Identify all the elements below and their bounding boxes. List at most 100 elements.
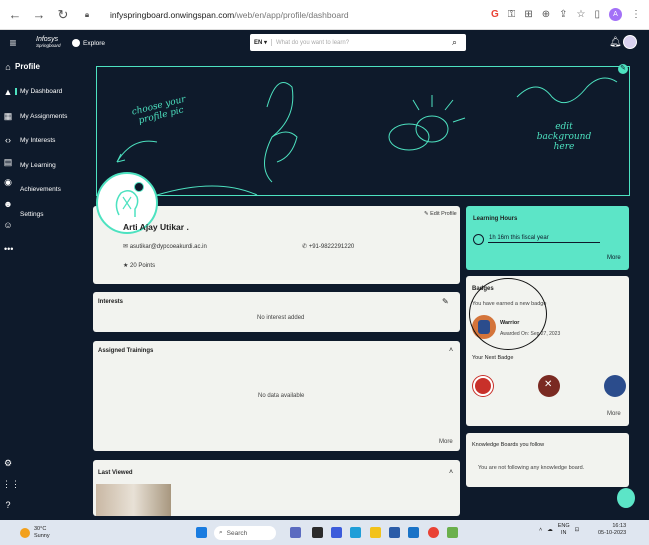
notification-bell-icon[interactable]: 🔔︎ [609,37,622,48]
browser-menu-icon[interactable]: ⋮ [631,9,641,20]
profile-name: Arti Ajay Utikar . [123,222,189,232]
sidebar-item-my-dashboard[interactable]: My Dashboard [15,88,62,95]
interests-card [93,292,460,332]
last-viewed-title: Last Viewed [98,470,133,476]
edit-profile-button[interactable]: ✎ Edit Profile [424,211,457,217]
more-icon[interactable]: ••• [4,244,13,254]
star-icon: ★ [123,263,131,269]
crossed-swords-icon: ✕ [544,379,553,390]
lock-icon[interactable]: 🔒︎ [80,10,94,20]
infosys-springboard-logo[interactable]: Infosys Springboard [36,36,66,49]
taskbar-app-icon[interactable] [331,527,342,538]
google-icon[interactable]: G [491,9,499,20]
sidebar-item-my-interests[interactable]: My Interests [20,137,55,144]
search-bar: EN ▾ What do you want to learn? ⌕ [250,34,466,51]
profile-email: ✉ asutikar@dypcoeakurdi.ac.in [123,244,207,250]
key-icon[interactable]: ⚿ [508,9,516,20]
next-badge-3-icon[interactable] [604,375,626,397]
assignment-icon: ▦ [3,111,13,121]
learning-hours-progress [488,242,600,243]
explore-button[interactable]: Explore [72,39,105,47]
next-badge-title: Your Next Badge [472,355,514,361]
knowledge-boards-title: Knowledge Boards you follow [472,442,545,448]
chevron-up-icon[interactable]: ˄ [449,469,453,476]
learning-icon: ▤ [3,157,13,167]
chevron-up-icon[interactable]: ˄ [449,347,453,354]
edit-background-pencil-icon[interactable]: ✎ [618,64,628,74]
profile-phone: ✆ +91-9822291220 [302,244,355,250]
taskbar-app-icon[interactable] [389,527,400,538]
sidepanel-icon[interactable]: ▯ [594,9,600,20]
reload-icon[interactable]: ↻ [56,7,70,23]
sidebar-item-my-assignments[interactable]: My Assignments [20,113,67,120]
user-avatar[interactable] [623,35,637,49]
settings-gear-icon[interactable]: ⚙ [2,458,14,469]
assigned-trainings-title: Assigned Trainings [98,348,154,354]
next-badge-1-icon[interactable] [473,376,493,396]
taskbar-app-icon[interactable] [312,527,323,538]
cloud-icon: ☁ [547,526,553,533]
address-bar[interactable]: infyspringboard.onwingspan.com/web/en/ap… [110,10,349,20]
mail-icon: ✉ [123,244,130,250]
sidebar-item-settings[interactable]: Settings [20,211,44,218]
sun-icon [20,527,30,538]
sidebar: ⌂ Profile ▲ My Dashboard ▦ My Assignment… [0,56,78,516]
search-input[interactable]: What do you want to learn? [272,40,452,46]
profile-banner[interactable]: choose your profile pic edit background … [96,66,630,196]
achievement-icon: ◉ [4,177,12,187]
edit-interests-icon[interactable]: ✎ [442,297,449,306]
share-icon[interactable]: ⇪ [559,9,567,20]
mail-app-icon[interactable] [408,527,419,538]
chrome-icon[interactable] [428,527,439,538]
bookmark-star-icon[interactable]: ☆ [577,9,586,20]
home-icon[interactable]: ⌂ [2,62,14,72]
taskbar-clock[interactable]: 16:13 05-10-2023 [598,523,626,537]
badges-more-link[interactable]: More [607,411,621,417]
sidebar-title: Profile [15,62,40,71]
weather-widget[interactable]: 30°C Sunny [34,526,50,539]
account-icon: ☺ [3,220,13,230]
trainings-empty-text: No data available [258,393,305,399]
app-header: ≡ Infosys Springboard Explore EN ▾ What … [0,30,649,56]
search-icon[interactable]: ⌕ [452,37,466,48]
learning-hours-title: Learning Hours [473,216,518,222]
taskbar-app-icon[interactable] [447,527,458,538]
learning-hours-more-link[interactable]: More [607,255,621,261]
system-tray[interactable]: ˄ ☁ ENG IN ⊡ [539,523,579,536]
trainings-more-link[interactable]: More [439,439,453,445]
browser-toolbar: ← → ↻ 🔒︎ infyspringboard.onwingspan.com/… [0,0,649,30]
wifi-speaker-icon[interactable]: ⊡ [575,527,580,533]
language-indicator[interactable]: ENG IN [558,523,570,536]
interests-title: Interests [98,299,124,305]
taskbar-search[interactable]: ⌕ Search [214,526,276,540]
chevron-up-icon[interactable]: ˄ [539,527,542,533]
interests-empty-text: No interest added [257,315,305,321]
apps-grid-icon[interactable]: ⋮⋮ [2,479,20,490]
camera-icon[interactable] [134,182,144,192]
back-icon[interactable]: ← [8,7,22,22]
profile-points: ★ 20 Points [123,263,156,269]
file-explorer-icon[interactable] [370,527,381,538]
zoom-icon[interactable]: ⊕ [542,9,550,20]
dashboard-icon: ▲ [3,87,13,97]
install-icon[interactable]: ⊞ [524,9,532,20]
sidebar-item-my-learning[interactable]: My Learning [20,162,56,169]
last-viewed-thumbnail[interactable] [96,484,171,516]
search-icon: ⌕ [219,529,223,536]
assistant-avatar[interactable] [617,488,635,508]
help-icon[interactable]: ? [2,500,14,510]
taskbar-app-icon[interactable] [290,527,301,538]
highlight-circle-annotation [469,278,547,350]
language-select[interactable]: EN ▾ [250,39,272,46]
hamburger-menu-icon[interactable]: ≡ [0,36,26,50]
edge-icon[interactable] [350,527,361,538]
code-icon: ‹› [5,135,11,145]
clock-icon [473,234,484,245]
sidebar-item-achievements[interactable]: Achievements [20,186,61,193]
learning-hours-value: 1h 16m this fiscal year [489,235,549,241]
browser-profile-avatar[interactable]: A [609,8,622,21]
windows-start-icon[interactable] [196,527,207,538]
forward-icon[interactable]: → [32,7,46,22]
user-icon: ☻ [3,199,13,209]
knowledge-boards-empty-text: You are not following any knowledge boar… [478,465,585,471]
